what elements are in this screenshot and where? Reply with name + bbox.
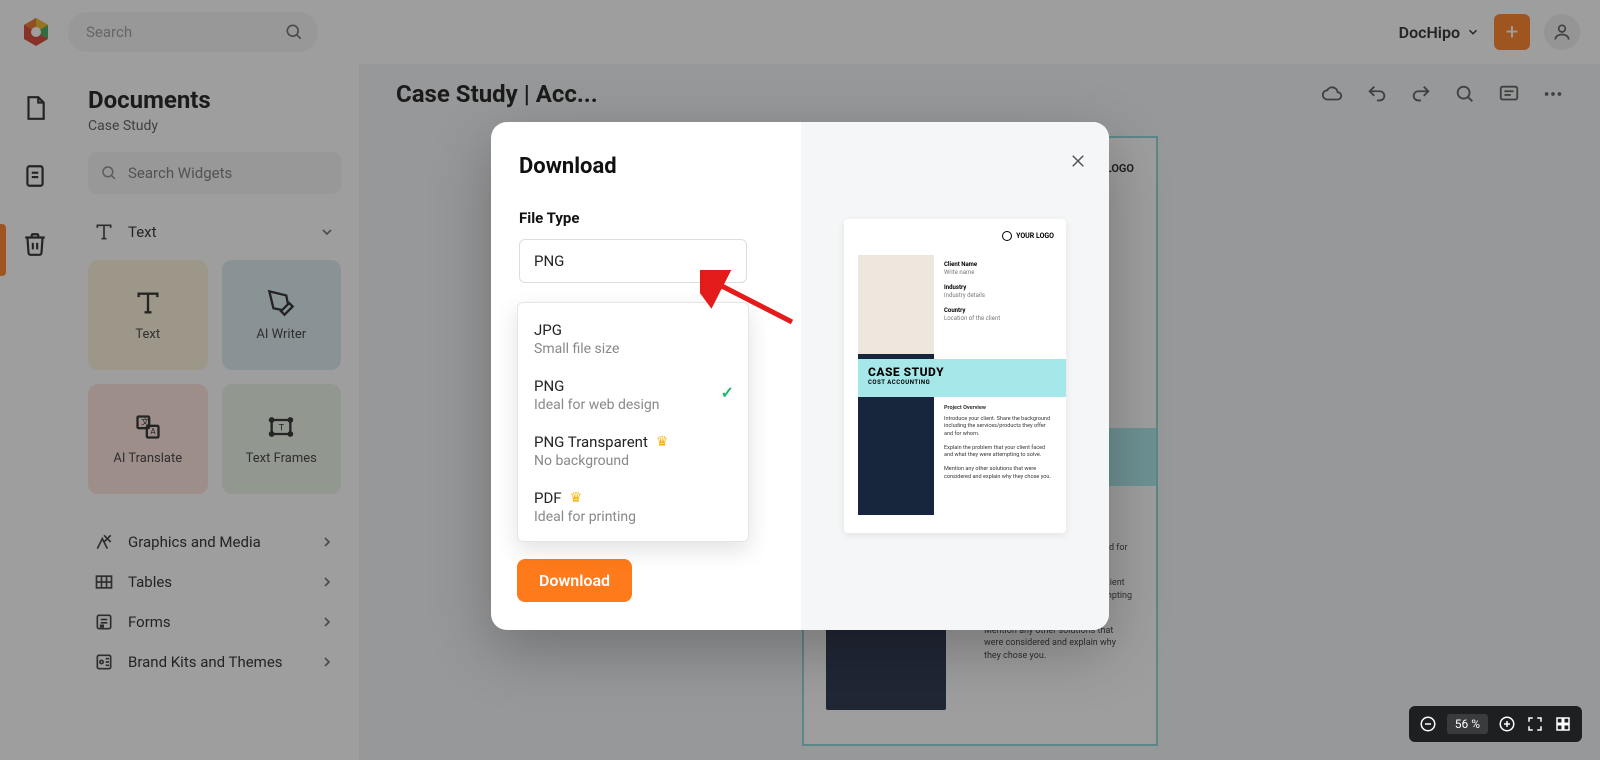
zoom-in-button[interactable]: [1498, 715, 1516, 733]
download-button[interactable]: Download: [517, 559, 632, 602]
preview-thumbnail: YOUR LOGO Client Name Write name Industr…: [844, 219, 1066, 533]
option-png-transparent[interactable]: PNG Transparent ♛ No background: [518, 423, 748, 479]
modal-form: Download File Type PNG JPG Small file si…: [491, 122, 801, 630]
crown-icon: ♛: [656, 434, 669, 450]
file-type-dropdown[interactable]: JPG Small file size PNG Ideal for web de…: [517, 302, 749, 542]
file-type-select[interactable]: PNG: [519, 239, 747, 283]
zoom-toolbar: 56 %: [1409, 706, 1582, 742]
zoom-value[interactable]: 56 %: [1447, 714, 1488, 734]
file-type-label: File Type: [519, 209, 773, 227]
grid-icon: [1554, 715, 1572, 733]
modal-title: Download: [519, 154, 773, 179]
crown-icon: ♛: [570, 490, 583, 506]
fullscreen-button[interactable]: [1526, 715, 1544, 733]
close-icon: [1069, 152, 1087, 170]
grid-view-button[interactable]: [1554, 715, 1572, 733]
modal-preview: YOUR LOGO Client Name Write name Industr…: [801, 122, 1109, 630]
check-icon: ✓: [721, 383, 734, 402]
minus-circle-icon: [1419, 715, 1437, 733]
fullscreen-icon: [1526, 715, 1544, 733]
zoom-out-button[interactable]: [1419, 715, 1437, 733]
close-modal-button[interactable]: [1069, 152, 1087, 170]
option-png[interactable]: PNG Ideal for web design ✓: [518, 367, 748, 423]
download-modal: Download File Type PNG JPG Small file si…: [491, 122, 1109, 630]
file-type-value: PNG: [534, 252, 564, 270]
plus-circle-icon: [1498, 715, 1516, 733]
globe-icon: [1002, 231, 1012, 241]
option-jpg[interactable]: JPG Small file size: [518, 311, 748, 367]
option-pdf[interactable]: PDF ♛ Ideal for printing: [518, 479, 748, 535]
